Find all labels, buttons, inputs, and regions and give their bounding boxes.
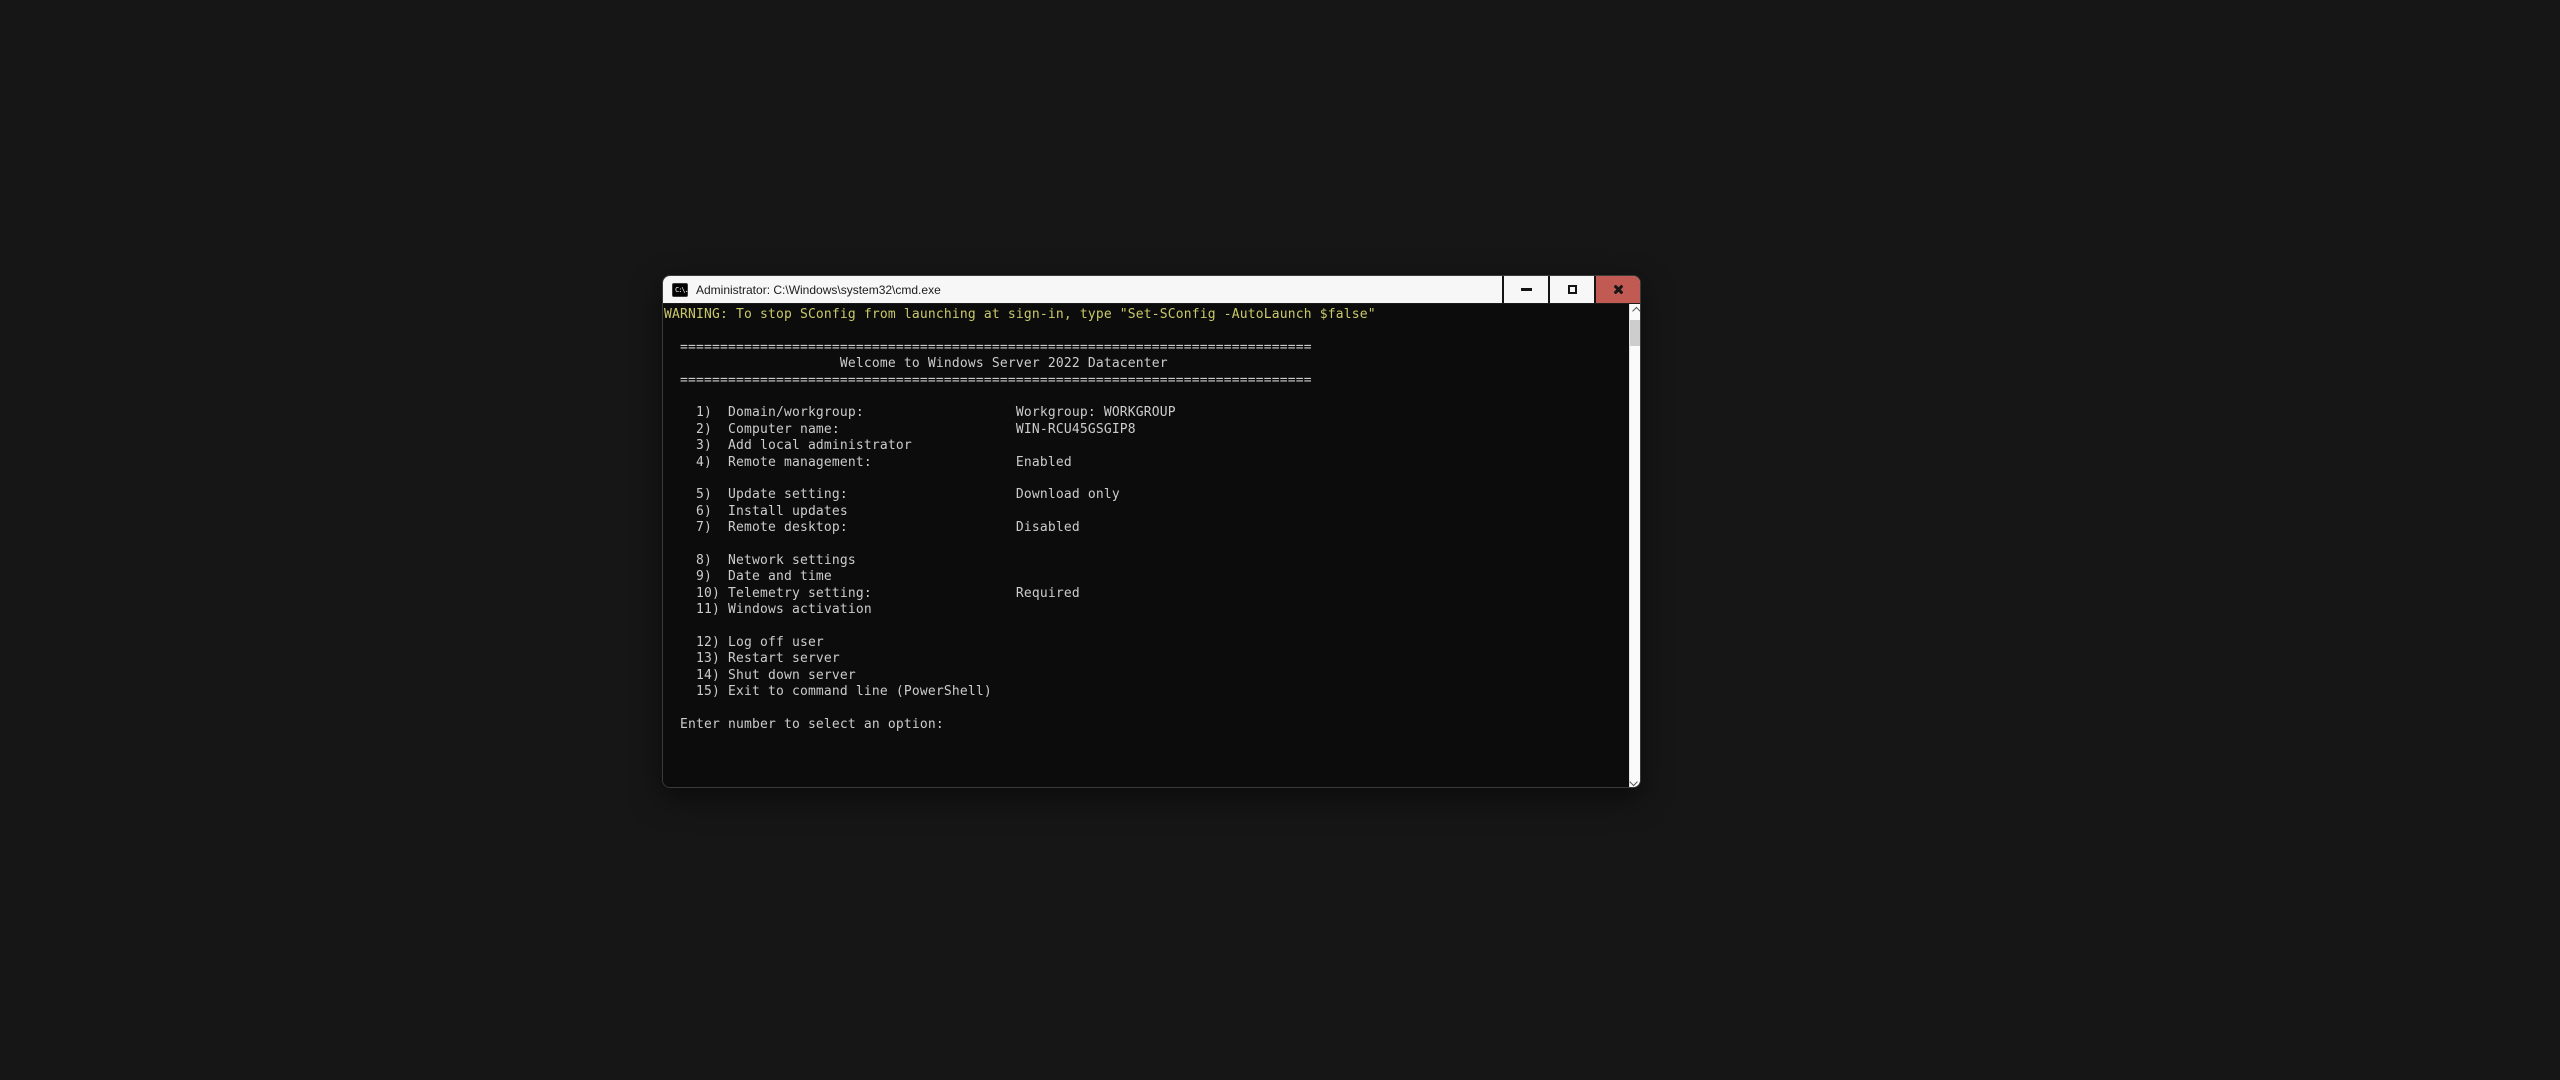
terminal-screen[interactable]: WARNING: To stop SConfig from launching … bbox=[663, 304, 1640, 787]
menu-item-line: 1) Domain/workgroup: Workgroup: WORKGROU… bbox=[664, 405, 1176, 421]
menu-item-line: 11) Windows activation bbox=[664, 602, 872, 618]
menu-item-line: 12) Log off user bbox=[664, 634, 824, 650]
scroll-down-button[interactable] bbox=[1629, 775, 1640, 787]
menu-item-line: 9) Date and time bbox=[664, 569, 832, 585]
cmd-window: C:\. Administrator: C:\Windows\system32\… bbox=[662, 275, 1641, 788]
header-welcome-line: Welcome to Windows Server 2022 Datacente… bbox=[664, 356, 1168, 372]
menu-item-line: 3) Add local administrator bbox=[664, 438, 912, 454]
terminal-warning-line: WARNING: To stop SConfig from launching … bbox=[664, 307, 1376, 322]
menu-item-line: 5) Update setting: Download only bbox=[664, 487, 1120, 503]
menu-item-line: 14) Shut down server bbox=[664, 667, 856, 683]
header-separator-line: ========================================… bbox=[664, 339, 1312, 355]
menu-item-line: 6) Install updates bbox=[664, 503, 848, 519]
chevron-down-icon bbox=[1629, 777, 1638, 787]
maximize-button[interactable] bbox=[1548, 276, 1594, 303]
close-button[interactable] bbox=[1594, 276, 1640, 303]
header-separator-line: ========================================… bbox=[664, 372, 1312, 388]
menu-item-line: 8) Network settings bbox=[664, 552, 856, 568]
minimize-button[interactable] bbox=[1502, 276, 1548, 303]
menu-item-line: 15) Exit to command line (PowerShell) bbox=[664, 683, 992, 699]
minimize-icon bbox=[1520, 288, 1532, 291]
close-icon bbox=[1612, 283, 1625, 296]
window-title: Administrator: C:\Windows\system32\cmd.e… bbox=[696, 282, 941, 297]
menu-item-line: 10) Telemetry setting: Required bbox=[664, 585, 1080, 601]
terminal-output: WARNING: To stop SConfig from launching … bbox=[664, 307, 1628, 787]
titlebar[interactable]: C:\. Administrator: C:\Windows\system32\… bbox=[663, 276, 1640, 304]
scrollbar-thumb[interactable] bbox=[1630, 320, 1640, 346]
cmd-prompt-icon: C:\. bbox=[672, 282, 689, 297]
vertical-scrollbar[interactable] bbox=[1629, 304, 1640, 787]
menu-item-line: 2) Computer name: WIN-RCU45GSGIP8 bbox=[664, 421, 1136, 437]
window-controls bbox=[1502, 276, 1640, 303]
titlebar-left: C:\. Administrator: C:\Windows\system32\… bbox=[663, 276, 941, 303]
menu-item-line: 4) Remote management: Enabled bbox=[664, 454, 1072, 470]
chevron-up-icon bbox=[1632, 306, 1640, 316]
prompt-line: Enter number to select an option: bbox=[664, 716, 944, 732]
menu-item-line: 13) Restart server bbox=[664, 651, 840, 667]
maximize-icon bbox=[1567, 285, 1577, 294]
scroll-up-button[interactable] bbox=[1630, 304, 1640, 318]
menu-item-line: 7) Remote desktop: Disabled bbox=[664, 520, 1080, 536]
